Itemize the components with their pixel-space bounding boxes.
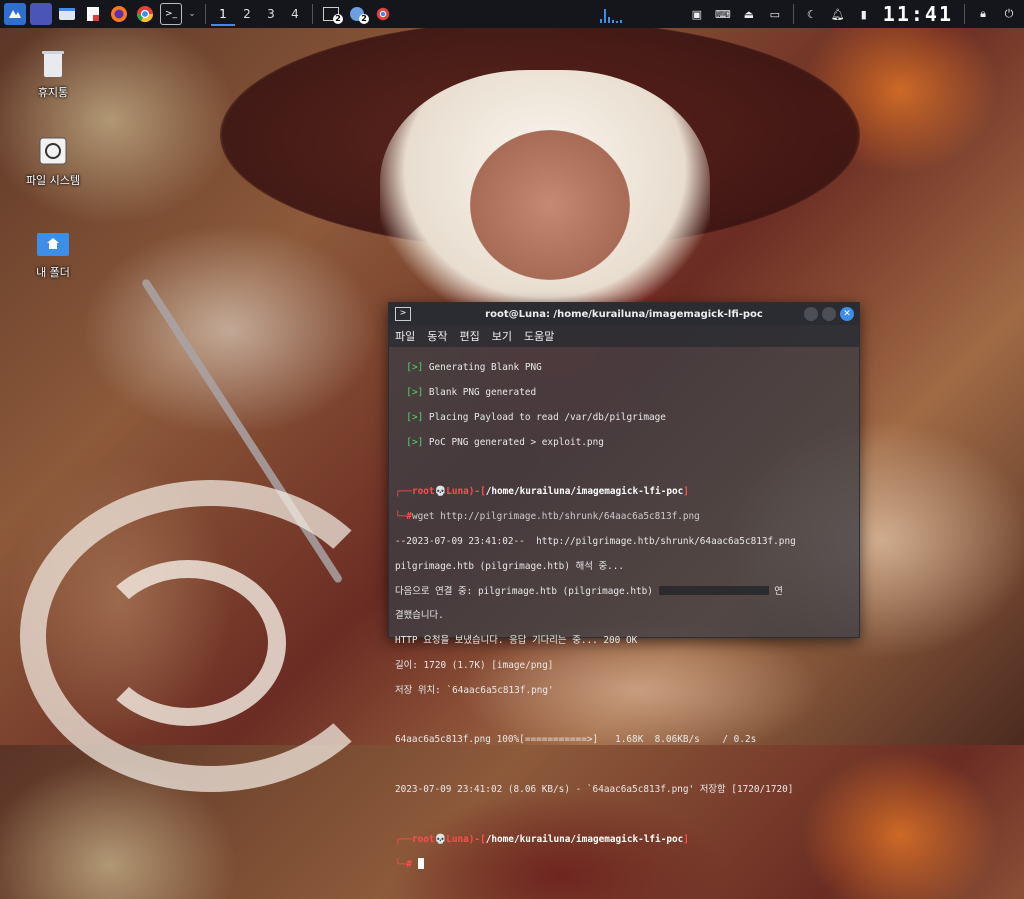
redacted-address xyxy=(658,585,769,595)
workspace-4[interactable]: 4 xyxy=(283,7,307,21)
task-app[interactable]: 2 xyxy=(344,3,370,25)
output-line: 저장 위치: `64aac6a5c813f.png' xyxy=(395,684,554,696)
taskbar: >_ ⌄ 1 2 3 4 2 2 ▣ ⌨ ⏏ ▭ ☾ 🔔︎ ▮ 11:41 🔒︎… xyxy=(0,0,1024,28)
desktop-icon-label: 파일 시스템 xyxy=(25,174,81,187)
tray-separator xyxy=(792,4,794,24)
wallpaper-face xyxy=(470,130,630,280)
file-manager-icon[interactable] xyxy=(56,3,78,25)
network-icon[interactable]: ▭ xyxy=(764,3,786,25)
output-line: 길이: 1720 (1.7K) [image/png] xyxy=(395,659,554,671)
prompt-line: ┌──root💀Luna)-[/home/kurailuna/imagemagi… xyxy=(395,833,689,845)
terminal-output[interactable]: [>] Generating Blank PNG [>] Blank PNG g… xyxy=(389,347,859,899)
taskbar-separator xyxy=(205,4,206,24)
clock[interactable]: 11:41 xyxy=(877,2,959,26)
minimize-button[interactable] xyxy=(804,307,818,321)
maximize-button[interactable] xyxy=(822,307,836,321)
workspace-2[interactable]: 2 xyxy=(235,7,259,21)
desktop-icon-label: 내 폴더 xyxy=(36,266,70,279)
wallpaper-swirl-inner xyxy=(90,560,286,726)
output-line: --2023-07-09 23:41:02-- http://pilgrimag… xyxy=(395,535,796,547)
output-line: [>] Generating Blank PNG xyxy=(406,362,542,374)
output-line: [>] Placing Payload to read /var/db/pilg… xyxy=(406,412,666,423)
terminal-titlebar[interactable]: > root@Luna: /home/kurailuna/imagemagick… xyxy=(389,303,859,325)
tray-separator xyxy=(964,4,965,24)
menu-file[interactable]: 파일 xyxy=(395,328,415,344)
workspace-1[interactable]: 1 xyxy=(211,2,235,26)
task-count-badge: 2 xyxy=(333,14,343,24)
menu-help[interactable]: 도움말 xyxy=(524,328,554,344)
battery-icon[interactable]: ▮ xyxy=(853,3,875,25)
close-button[interactable]: ✕ xyxy=(840,307,854,321)
output-line: [>] Blank PNG generated xyxy=(406,387,537,399)
trash-icon xyxy=(36,46,70,80)
menu-action[interactable]: 동작 xyxy=(427,328,447,344)
text-editor-icon[interactable] xyxy=(82,3,104,25)
terminal-menubar: 파일 동작 편집 보기 도움말 xyxy=(389,325,859,347)
taskbar-separator xyxy=(312,4,313,24)
system-tray: ▣ ⌨ ⏏ ▭ ☾ 🔔︎ ▮ 11:41 🔒︎ ⏻ xyxy=(684,2,1022,26)
eject-icon[interactable]: ⏏ xyxy=(738,3,760,25)
lock-icon[interactable]: 🔒︎ xyxy=(972,3,994,25)
output-line: HTTP 요청을 보냈습니다. 응답 기다리는 중... 200 OK xyxy=(395,635,638,647)
firefox-icon[interactable] xyxy=(108,3,130,25)
desktop-icon-filesystem[interactable]: 파일 시스템 xyxy=(13,134,93,188)
power-icon[interactable]: ⏻ xyxy=(998,3,1020,25)
night-mode-icon[interactable]: ☾ xyxy=(801,3,823,25)
keyboard-icon[interactable]: ⌨ xyxy=(712,3,734,25)
chrome-icon[interactable] xyxy=(134,3,156,25)
command-line[interactable]: └─# xyxy=(395,858,853,870)
home-folder-icon xyxy=(36,226,70,260)
terminal-window[interactable]: > root@Luna: /home/kurailuna/imagemagick… xyxy=(388,302,860,870)
desktop-icon-label: 휴지통 xyxy=(37,86,69,99)
chrome-icon xyxy=(376,7,390,21)
chevron-down-icon[interactable]: ⌄ xyxy=(186,3,198,25)
workspace-3[interactable]: 3 xyxy=(259,7,283,21)
task-terminal[interactable]: 2 xyxy=(318,3,344,25)
desktop-show-icon[interactable] xyxy=(30,3,52,25)
menu-edit[interactable]: 편집 xyxy=(460,328,480,344)
app-launcher-icon[interactable] xyxy=(4,3,26,25)
terminal-launcher-icon[interactable]: >_ xyxy=(160,3,182,25)
prompt-line: ┌──root💀Luna)-[/home/kurailuna/imagemagi… xyxy=(395,486,689,498)
output-line: 다음으로 연결 중: pilgrimage.htb (pilgrimage.ht… xyxy=(395,585,783,597)
drive-icon xyxy=(36,134,70,168)
output-line: 2023-07-09 23:41:02 (8.06 KB/s) - `64aac… xyxy=(395,783,794,795)
output-line: [>] PoC PNG generated > exploit.png xyxy=(406,436,604,448)
window-title: root@Luna: /home/kurailuna/imagemagick-l… xyxy=(485,308,763,320)
window-icon[interactable]: ▣ xyxy=(686,3,708,25)
notification-bell-icon[interactable]: 🔔︎ xyxy=(827,3,849,25)
text-cursor xyxy=(417,858,424,870)
desktop-icon-trash[interactable]: 휴지통 xyxy=(13,46,93,100)
task-count-badge: 2 xyxy=(359,14,369,24)
output-line: pilgrimage.htb (pilgrimage.htb) 해석 중... xyxy=(395,560,625,572)
task-chrome[interactable] xyxy=(370,3,396,25)
command-line: └─#wget http://pilgrimage.htb/shrunk/64a… xyxy=(395,511,700,523)
output-line: 결했습니다. xyxy=(395,610,444,622)
desktop-icon-home[interactable]: 내 폴더 xyxy=(13,226,93,280)
cpu-graph[interactable] xyxy=(596,3,636,25)
menu-view[interactable]: 보기 xyxy=(492,328,512,344)
